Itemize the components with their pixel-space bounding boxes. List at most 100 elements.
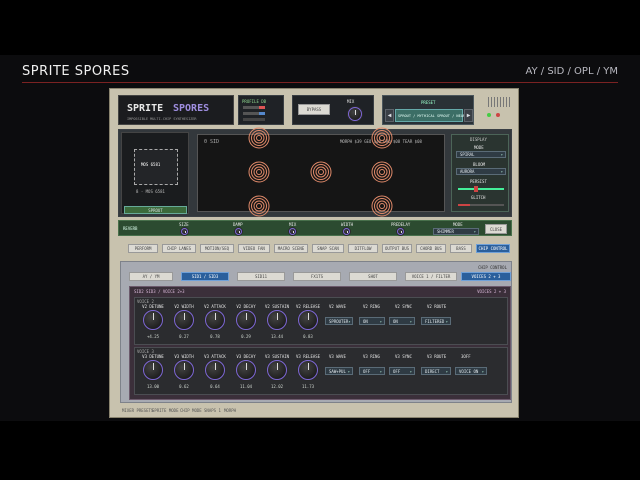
tab-sid11[interactable]: SID11 [237, 272, 285, 281]
preset-prev-button[interactable]: ◀ [385, 109, 394, 122]
v3-sustain-knob[interactable] [267, 360, 287, 380]
voice2-section: VOICE 2 V2 DETUNE +4.25 V2 WIDTH 0.27 V2… [134, 297, 508, 345]
v3-ring-select[interactable]: OFF [359, 367, 385, 375]
logo-word-sprite: SPRITE [127, 103, 164, 114]
chip-control-label: CHIP CONTROL [478, 265, 507, 270]
v2-sustain-label: V2 SUSTAIN [265, 304, 290, 309]
v3-release-knob[interactable] [298, 360, 318, 380]
v3-attack-label: V3 ATTACK [204, 354, 226, 359]
logo-word-spores: SPORES [173, 103, 210, 114]
v3-off-select[interactable]: VOICE ON [455, 367, 487, 375]
v2-route-select[interactable]: FILTERED [421, 317, 451, 325]
tab-snap-scan[interactable]: SNAP SCAN [312, 244, 344, 253]
reverb-label: REVERB [123, 226, 138, 231]
reverb-close-button[interactable]: CLOSE [485, 224, 507, 234]
v2-detune-knob[interactable] [143, 310, 163, 330]
tab-macro-scene[interactable]: MACRO SCENE [274, 244, 308, 253]
tab-voice1-filter[interactable]: VOICE 1 / FILTER [405, 272, 457, 281]
tab-video-fan[interactable]: VIDEO FAN [238, 244, 270, 253]
v3-width-value: 0.62 [179, 384, 189, 389]
v3-width-label: V3 WIDTH [174, 354, 194, 359]
reverb-mode-label: MODE [453, 222, 463, 227]
tab-chip-lanes[interactable]: CHIP LANES [162, 244, 196, 253]
tab-shot[interactable]: SHOT [349, 272, 397, 281]
display-mode-select[interactable]: SPIRAL [456, 151, 506, 158]
grille-icon [488, 97, 510, 107]
tab-chip-control[interactable]: CHIP CONTROL [476, 244, 510, 253]
reverb-size-knob[interactable] [181, 228, 188, 235]
preset-next-button[interactable]: ▶ [464, 109, 473, 122]
v2-sync-label: V2 SYNC [395, 304, 412, 309]
chip-subtitle: 8 - MOS 6581 [136, 189, 165, 194]
tab-bass[interactable]: BASS [450, 244, 472, 253]
chip-name: MOS 6581 [141, 162, 161, 167]
v2-route-label: V2 ROUTE [427, 304, 447, 309]
v3-ring-label: V3 RING [363, 354, 380, 359]
footer-item[interactable]: MORPH [224, 408, 236, 413]
persist-label: PERSIST [470, 179, 487, 184]
v3-sync-select[interactable]: OFF [389, 367, 415, 375]
v3-decay-label: V3 DECAY [236, 354, 256, 359]
preset-panel: PRESET ◀ SPROUT / MYTHICAL SPROUT / NEAR… [382, 95, 474, 125]
tab-motion-seq[interactable]: MOTION/SEQ [200, 244, 234, 253]
v3-decay-knob[interactable] [236, 360, 256, 380]
v3-detune-knob[interactable] [143, 360, 163, 380]
bloom-select[interactable]: AURORA [456, 168, 506, 175]
reverb-predelay-knob[interactable] [397, 228, 404, 235]
preset-display[interactable]: SPROUT / MYTHICAL SPROUT / NEARBY [395, 109, 469, 122]
v3-release-label: V3 RELEASE [296, 354, 321, 359]
glitch-slider-track [470, 204, 504, 206]
glitch-slider[interactable] [458, 204, 470, 206]
logo: SPRITE SPORES IMPOSSIBLE MULTI-CHIP SYNT… [118, 95, 234, 125]
footer-item[interactable]: CHIP MODE [180, 408, 202, 413]
v2-width-knob[interactable] [174, 310, 194, 330]
v2-release-value: 0.83 [303, 334, 313, 339]
footer-item[interactable]: MIXER PRESETS [122, 408, 153, 413]
v3-wave-select[interactable]: SAW+PUL [325, 367, 353, 375]
mix-knob[interactable] [348, 107, 362, 121]
tab-fx1ts[interactable]: FX1TS [293, 272, 341, 281]
persist-slider[interactable] [458, 188, 504, 190]
v3-width-knob[interactable] [174, 360, 194, 380]
v2-wave-select[interactable]: SPROUTER [325, 317, 353, 325]
header-divider [22, 82, 618, 83]
spiral-icon [248, 161, 270, 183]
clip-led-icon [496, 113, 500, 117]
v3-attack-value: 0.64 [210, 384, 220, 389]
tab-output-bus[interactable]: OUTPUT BUS [382, 244, 412, 253]
v2-ring-select[interactable]: ON [359, 317, 385, 325]
tab-chord-bus[interactable]: CHORD BUS [416, 244, 446, 253]
display-left-readout: 0 SID [204, 139, 220, 145]
reverb-damp-label: DAMP [233, 222, 243, 227]
mode-label: MODE [474, 145, 484, 150]
bypass-button[interactable]: BYPASS [298, 104, 330, 115]
v2-decay-value: 0.29 [241, 334, 251, 339]
footer-item[interactable]: SPRITE MODE [152, 408, 179, 413]
footer-item[interactable]: SNAPS 1 [204, 408, 221, 413]
sprout-button[interactable]: SPROUT [124, 206, 187, 214]
persist-slider-handle[interactable] [474, 186, 478, 192]
v3-decay-value: 11.04 [239, 384, 253, 389]
v2-sustain-knob[interactable] [267, 310, 287, 330]
tab-ay-ym[interactable]: AY / YM [129, 272, 173, 281]
v2-release-knob[interactable] [298, 310, 318, 330]
v2-attack-label: V2 ATTACK [204, 304, 226, 309]
v3-route-select[interactable]: DIRECT [421, 367, 451, 375]
reverb-width-knob[interactable] [343, 228, 350, 235]
v2-sync-select[interactable]: ON [389, 317, 415, 325]
v2-decay-knob[interactable] [236, 310, 256, 330]
bloom-label: BLOOM [473, 162, 486, 167]
spiral-icon [310, 161, 332, 183]
reverb-damp-knob[interactable] [235, 228, 242, 235]
reverb-mix-knob[interactable] [289, 228, 296, 235]
footer-bar: MIXER PRESETS SPRITE MODE CHIP MODE SNAP… [122, 407, 502, 415]
v2-attack-value: 0.78 [210, 334, 220, 339]
tab-voices-2-3[interactable]: VOICES 2 + 3 [461, 272, 511, 281]
v2-attack-knob[interactable] [205, 310, 225, 330]
page-title: SPRITE SPORES [22, 64, 130, 79]
v3-attack-knob[interactable] [205, 360, 225, 380]
tab-perform[interactable]: PERFORM [128, 244, 158, 253]
tab-ditflow[interactable]: DITFLOW [348, 244, 378, 253]
reverb-mode-select[interactable]: SHIMMER [433, 228, 479, 235]
tab-sid1-sid3[interactable]: SID1 / SID3 [181, 272, 229, 281]
